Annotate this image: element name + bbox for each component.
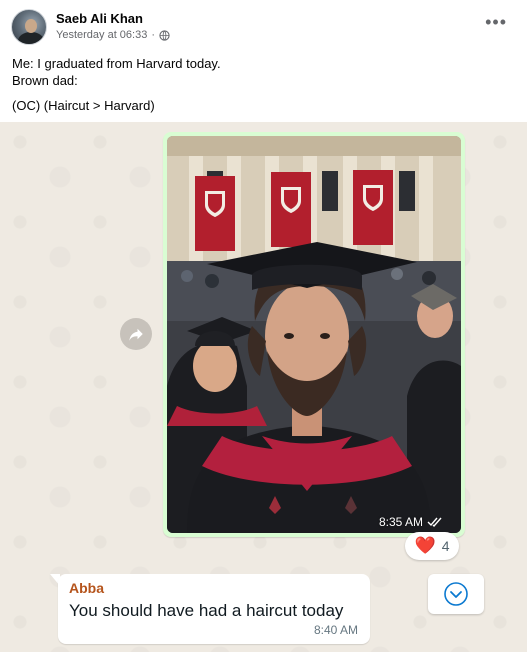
chevron-down-icon: [444, 582, 468, 606]
post-meta: Yesterday at 06:33 ·: [56, 29, 170, 41]
forward-button[interactable]: [120, 318, 152, 350]
post-text: Me: I graduated from Harvard today. Brow…: [12, 55, 221, 114]
message-text: You should have had a haircut today: [69, 601, 344, 620]
double-check-icon: [427, 517, 442, 527]
image-message-bubble[interactable]: 8:35 AM: [163, 132, 465, 537]
chat-screenshot: 8:35 AM ❤️ 4 Abba You should have had a …: [0, 122, 527, 652]
post-line-3: (OC) (Haircut > Harvard): [12, 98, 155, 113]
image-message-meta: 8:35 AM: [379, 515, 443, 529]
message-time: 8:40 AM: [313, 623, 358, 637]
post-timestamp[interactable]: Yesterday at 06:33: [56, 29, 147, 41]
post-line-2: Brown dad:: [12, 73, 78, 88]
sender-name[interactable]: Abba: [69, 580, 104, 596]
graduation-photo[interactable]: [167, 136, 461, 533]
post-header: Saeb Ali Khan Yesterday at 06:33 · •••: [0, 0, 527, 50]
reaction-count: 4: [441, 538, 450, 554]
globe-icon: [159, 29, 170, 41]
scroll-down-button[interactable]: [428, 574, 484, 614]
more-options-icon[interactable]: •••: [485, 12, 507, 33]
image-message-time: 8:35 AM: [378, 515, 423, 529]
forward-icon: [129, 328, 143, 341]
avatar[interactable]: [11, 9, 47, 45]
heart-reaction-icon: ❤️: [414, 536, 436, 555]
text-message-bubble[interactable]: Abba You should have had a haircut today…: [58, 574, 370, 644]
reaction-badge[interactable]: ❤️ 4: [405, 532, 459, 560]
author-name[interactable]: Saeb Ali Khan: [56, 11, 143, 26]
post-line-1: Me: I graduated from Harvard today.: [12, 56, 221, 71]
